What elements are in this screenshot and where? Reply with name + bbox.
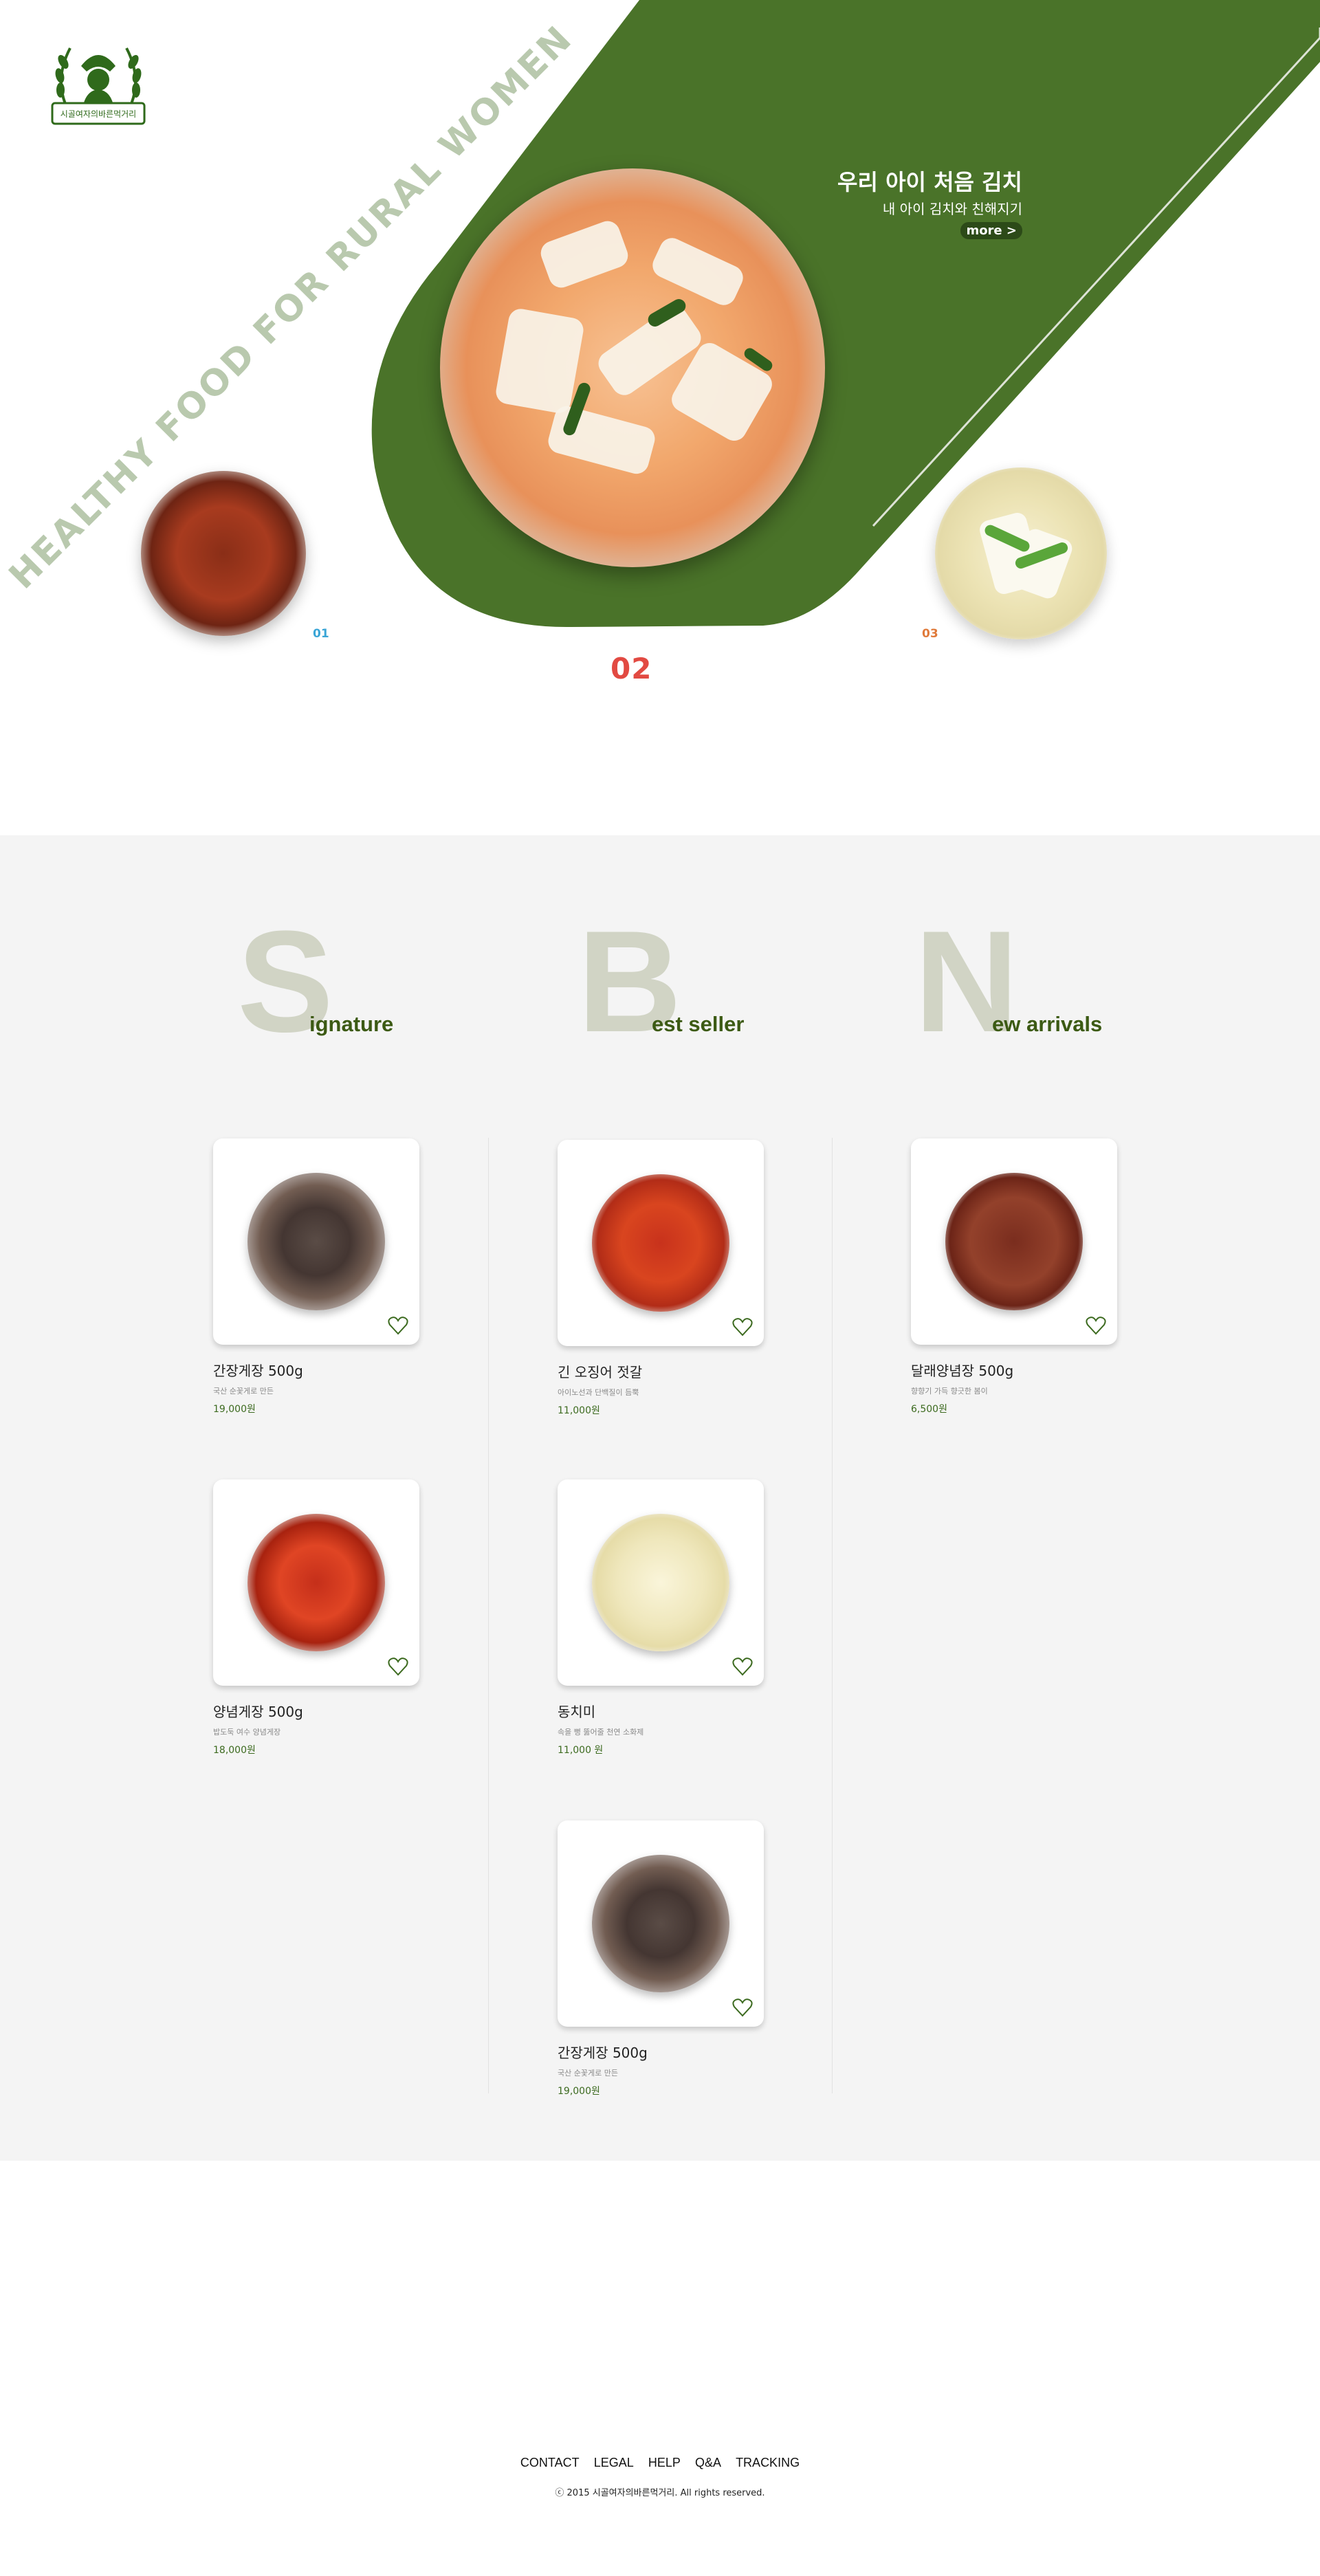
product-price: 18,000원	[213, 1745, 256, 1756]
heart-icon[interactable]	[732, 1998, 753, 2017]
hero-section: 시골여자의바른먹거리 HEALTHY FOOD FOR RURAL WOMEN …	[0, 0, 1320, 835]
product-image	[592, 1855, 729, 1992]
product-desc: 밥도둑 여수 양념게장	[213, 1728, 281, 1737]
hero-copy: 우리 아이 처음 김치 내 아이 김치와 친해지기 more >	[837, 169, 1022, 240]
product-price: 19,000원	[213, 1404, 256, 1415]
product-desc: 아이노선과 단백질이 듬뿍	[558, 1388, 639, 1397]
footer-link-legal[interactable]: LEGAL	[594, 2456, 634, 2470]
heart-icon[interactable]	[732, 1317, 753, 1336]
brand-logo[interactable]: 시골여자의바른먹거리	[47, 32, 150, 132]
slide-number-02[interactable]: 02	[610, 652, 652, 685]
product-name[interactable]: 동치미	[558, 1701, 764, 1721]
product-image	[945, 1173, 1083, 1310]
product-price: 19,000원	[558, 2086, 600, 2097]
slide-number-03[interactable]: 03	[922, 627, 938, 641]
product-price: 11,000 원	[558, 1745, 604, 1756]
slide-number-01[interactable]: 01	[313, 627, 329, 641]
copyright-text: ⓒ 2015 시골여자의바른먹거리. All rights reserved.	[555, 2488, 765, 2498]
product-card[interactable]: 간장게장 500g 국산 순꽃게로 만든 19,000원	[213, 1138, 419, 1416]
product-name[interactable]: 간장게장 500g	[558, 2042, 764, 2062]
heart-icon[interactable]	[388, 1316, 408, 1335]
column-divider	[832, 1138, 833, 2093]
product-card[interactable]: 동치미 속을 뻥 뚫어줄 천연 소화제 11,000 원	[558, 1479, 764, 1757]
product-card[interactable]: 달래양념장 500g 향향기 가득 향긋한 봄이 6,500원	[911, 1138, 1117, 1416]
product-desc: 국산 순꽃게로 만든	[558, 2069, 618, 2078]
product-name[interactable]: 간장게장 500g	[213, 1360, 419, 1380]
product-price: 6,500원	[911, 1404, 947, 1415]
heart-icon[interactable]	[388, 1657, 408, 1676]
product-card[interactable]: 양념게장 500g 밥도둑 여수 양념게장 18,000원	[213, 1479, 419, 1757]
hero-subtitle: 내 아이 김치와 친해지기	[882, 201, 1022, 218]
product-price: 11,000원	[558, 1405, 600, 1416]
product-image	[592, 1174, 729, 1312]
footer-link-contact[interactable]: CONTACT	[520, 2456, 580, 2470]
product-desc: 향향기 가득 향긋한 봄이	[911, 1387, 988, 1396]
section-heading-best-seller: B est seller	[578, 910, 852, 1054]
section-heading-signature: S ignature	[237, 910, 512, 1054]
product-thumb[interactable]	[558, 1140, 764, 1346]
product-thumb[interactable]	[911, 1138, 1117, 1345]
product-image	[248, 1173, 385, 1310]
footer-link-help[interactable]: HELP	[648, 2456, 681, 2470]
product-thumb[interactable]	[558, 1479, 764, 1686]
product-card[interactable]: 긴 오징어 젓갈 아이노선과 단백질이 듬뿍 11,000원	[558, 1140, 764, 1417]
product-desc: 속을 뻥 뚫어줄 천연 소화제	[558, 1728, 644, 1737]
product-thumb[interactable]	[213, 1138, 419, 1345]
site-footer: CONTACT LEGAL HELP Q&A TRACKING ⓒ 2015 시…	[0, 2161, 1320, 2576]
hero-dish-03[interactable]	[935, 467, 1107, 639]
product-image	[248, 1514, 385, 1651]
product-thumb[interactable]	[213, 1479, 419, 1686]
heart-icon[interactable]	[1086, 1316, 1106, 1335]
footer-link-qa[interactable]: Q&A	[695, 2456, 721, 2470]
product-name[interactable]: 긴 오징어 젓갈	[558, 1361, 764, 1381]
footer-link-tracking[interactable]: TRACKING	[736, 2456, 800, 2470]
hero-dish-01[interactable]	[141, 471, 306, 636]
product-desc: 국산 순꽃게로 만든	[213, 1387, 274, 1396]
product-thumb[interactable]	[558, 1820, 764, 2027]
product-name[interactable]: 양념게장 500g	[213, 1701, 419, 1721]
section-heading-new-arrivals: N ew arrivals	[914, 910, 1189, 1054]
products-section: S ignature B est seller N ew arrivals 간장…	[0, 835, 1320, 2161]
hero-more-button[interactable]: more >	[960, 222, 1022, 240]
heart-icon[interactable]	[732, 1657, 753, 1676]
heading-rest: ignature	[309, 1012, 394, 1036]
product-image	[592, 1514, 729, 1651]
heading-rest: est seller	[652, 1012, 745, 1036]
hero-title: 우리 아이 처음 김치	[837, 169, 1022, 195]
product-name[interactable]: 달래양념장 500g	[911, 1360, 1117, 1380]
hero-dish-02[interactable]	[440, 168, 825, 567]
footer-nav: CONTACT LEGAL HELP Q&A TRACKING	[0, 2456, 1320, 2470]
product-card[interactable]: 간장게장 500g 국산 순꽃게로 만든 19,000원	[558, 1820, 764, 2098]
column-divider	[488, 1138, 489, 2093]
logo-text: 시골여자의바른먹거리	[60, 109, 136, 119]
heading-rest: ew arrivals	[992, 1012, 1103, 1036]
